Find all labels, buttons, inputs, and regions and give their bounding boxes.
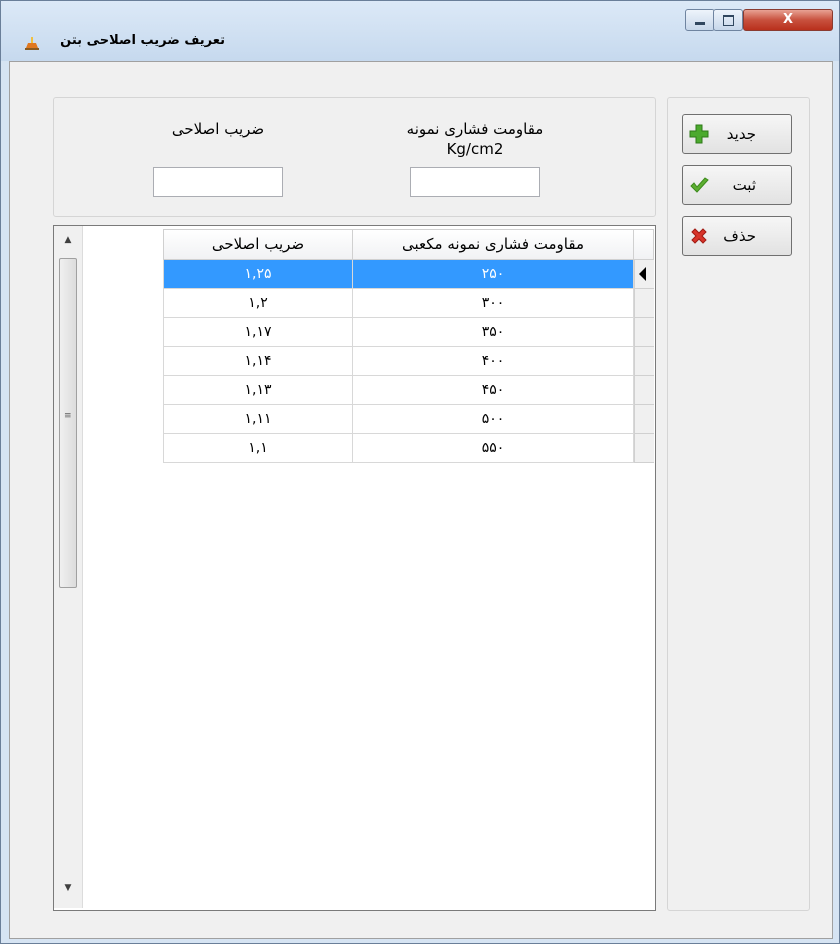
close-icon: X [782, 12, 794, 27]
title-bar[interactable]: تعریف ضریب اصلاحی بتن X [1, 1, 839, 61]
new-button-label: جدید [726, 125, 756, 143]
row-header[interactable] [634, 434, 654, 463]
checkmark-icon [690, 177, 709, 193]
app-icon [25, 37, 39, 50]
grip-icon: ≡ [64, 411, 72, 421]
row-header[interactable] [634, 405, 654, 434]
cell-coef[interactable]: ۱,۱۷ [163, 318, 353, 347]
cell-coef[interactable]: ۱,۲۵ [163, 260, 353, 289]
plus-icon [689, 124, 709, 144]
row-header[interactable] [634, 260, 654, 289]
column-header-coef[interactable]: ضریب اصلاحی [163, 229, 353, 260]
cell-strength[interactable]: ۵۰۰ [353, 405, 634, 434]
save-button-label: ثبت [732, 176, 756, 194]
cell-strength[interactable]: ۳۵۰ [353, 318, 634, 347]
cell-strength[interactable]: ۲۵۰ [353, 260, 634, 289]
cell-strength[interactable]: ۴۵۰ [353, 376, 634, 405]
row-header-corner [633, 229, 654, 260]
save-button[interactable]: ثبت [682, 165, 792, 205]
close-button[interactable]: X [743, 9, 833, 31]
strength-label-line1: مقاومت فشاری نمونه [406, 120, 544, 138]
strength-label-line2: Kg/cm2 [446, 140, 504, 158]
cell-strength[interactable]: ۳۰۰ [353, 289, 634, 318]
row-header[interactable] [634, 347, 654, 376]
vertical-scrollbar[interactable]: ▲ ≡ ▼ [54, 226, 83, 908]
row-header[interactable] [634, 376, 654, 405]
maximize-button[interactable] [713, 9, 743, 31]
cell-strength[interactable]: ۴۰۰ [353, 347, 634, 376]
column-header-strength[interactable]: مقاومت فشاری نمونه مکعبی [352, 229, 634, 260]
current-row-icon [639, 267, 646, 281]
strength-input[interactable] [410, 167, 540, 197]
scroll-up-icon[interactable]: ▲ [54, 230, 82, 250]
correction-input[interactable] [153, 167, 283, 197]
cell-coef[interactable]: ۱,۱۳ [163, 376, 353, 405]
minimize-icon [695, 22, 705, 25]
cell-coef[interactable]: ۱,۲ [163, 289, 353, 318]
x-delete-icon [691, 228, 707, 244]
window-title: تعریف ضریب اصلاحی بتن [60, 33, 225, 48]
correction-label: ضریب اصلاحی [171, 120, 265, 138]
new-button[interactable]: جدید [682, 114, 792, 154]
cell-coef[interactable]: ۱,۱۴ [163, 347, 353, 376]
row-header[interactable] [634, 289, 654, 318]
cell-coef[interactable]: ۱,۱ [163, 434, 353, 463]
cell-strength[interactable]: ۵۵۰ [353, 434, 634, 463]
delete-button[interactable]: حذف [682, 216, 792, 256]
row-header[interactable] [634, 318, 654, 347]
cell-coef[interactable]: ۱,۱۱ [163, 405, 353, 434]
maximize-icon [723, 15, 734, 26]
minimize-button[interactable] [685, 9, 715, 31]
scroll-thumb[interactable]: ≡ [59, 258, 77, 588]
delete-button-label: حذف [723, 227, 756, 245]
scroll-down-icon[interactable]: ▼ [54, 878, 82, 898]
